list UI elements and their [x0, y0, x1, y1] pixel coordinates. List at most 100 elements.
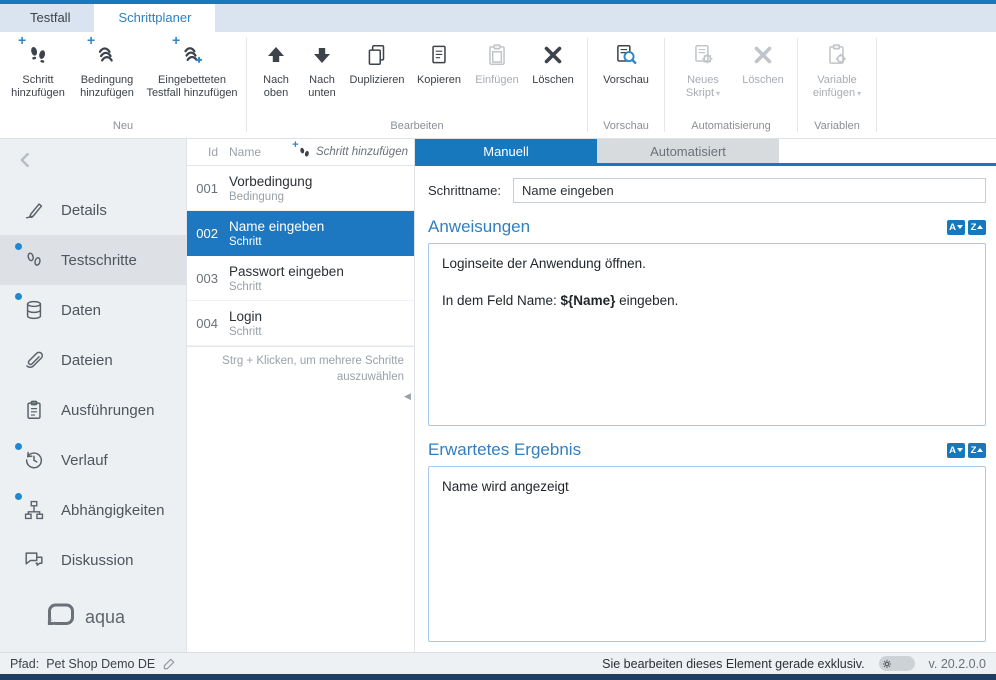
column-header-name: Name	[225, 145, 297, 159]
ribbon-group-neu: + Schritt hinzufügen + Bedingung hinzufü…	[2, 32, 244, 138]
multi-select-hint: Strg + Klicken, um mehrere Schritte ausz…	[187, 346, 414, 394]
paste-button[interactable]: Einfügen	[469, 34, 525, 89]
new-script-button[interactable]: Neues Skript▾	[671, 34, 735, 102]
ribbon-separator	[797, 38, 798, 132]
path-value[interactable]: Pet Shop Demo DE	[46, 657, 155, 671]
group-label-bearbeiten: Bearbeiten	[253, 117, 581, 138]
step-id: 002	[187, 226, 225, 241]
editor-body: Schrittname: Anweisungen A Z Loginseite …	[415, 166, 996, 652]
column-header-id: Id	[187, 145, 225, 159]
insert-variable-button[interactable]: Variable einfügen▾	[804, 34, 870, 102]
ribbon-group-automatisierung: Neues Skript▾ Löschen Automatisierung	[667, 32, 795, 138]
collapse-steps-panel-button[interactable]: ◀	[404, 391, 411, 402]
group-label-neu: Neu	[6, 117, 240, 138]
move-down-button[interactable]: Nach unten	[299, 34, 345, 102]
text-tool-z-icon[interactable]: Z	[968, 220, 986, 235]
app-window: Testfall Schrittplaner + Schritt hinzufü…	[0, 0, 996, 680]
clipboard-icon	[484, 39, 510, 71]
sidebar-item-ausfuehrungen[interactable]: Ausführungen	[0, 385, 186, 435]
sidebar-item-diskussion[interactable]: Diskussion	[0, 535, 186, 585]
main-area: Details Testschritte Daten Dateien Ausfü…	[0, 139, 996, 652]
sidebar-item-details[interactable]: Details	[0, 185, 186, 235]
notification-dot	[15, 293, 22, 300]
plus-icon: +	[172, 33, 180, 47]
aqua-logo: aqua	[0, 602, 186, 652]
plus-icon: +	[18, 33, 26, 47]
add-embedded-testcase-button[interactable]: + Eingebetteten Testfall hinzufügen	[144, 34, 240, 102]
step-name: Vorbedingung	[229, 174, 414, 189]
ribbon-separator	[876, 38, 877, 132]
move-up-button[interactable]: Nach oben	[253, 34, 299, 102]
delete-script-button[interactable]: Löschen	[735, 34, 791, 89]
step-name: Login	[229, 309, 414, 324]
settings-toggle[interactable]	[879, 656, 915, 671]
ribbon-separator	[587, 38, 588, 132]
tab-manuell[interactable]: Manuell	[415, 139, 597, 163]
add-condition-button[interactable]: + Bedingung hinzufügen	[70, 34, 144, 102]
delete-x-disabled-icon	[751, 39, 775, 71]
sidebar-item-label: Diskussion	[61, 552, 134, 569]
add-step-button[interactable]: + Schritt hinzufügen	[6, 34, 70, 102]
sidebar-item-verlauf[interactable]: Verlauf	[0, 435, 186, 485]
notification-dot	[15, 443, 22, 450]
footprints-add-icon: +	[25, 39, 51, 71]
expected-result-textarea[interactable]: Name wird angezeigt	[428, 466, 986, 642]
arrow-up-icon	[264, 39, 288, 71]
sidebar-item-label: Verlauf	[61, 452, 108, 469]
steps-panel: Id Name + Schritt hinzufügen 001 Vorbedi…	[186, 139, 415, 652]
copy-icon	[426, 39, 452, 71]
preview-button[interactable]: Vorschau	[594, 34, 658, 89]
text-tool-z-icon[interactable]: Z	[968, 443, 986, 458]
path-label: Pfad:	[10, 657, 39, 671]
ribbon-separator	[246, 38, 247, 132]
step-type: Schritt	[229, 236, 414, 248]
text-tool-a-icon[interactable]: A	[947, 443, 965, 458]
tab-automatisiert[interactable]: Automatisiert	[597, 139, 779, 163]
sidebar: Details Testschritte Daten Dateien Ausfü…	[0, 139, 186, 652]
duplicate-icon	[364, 39, 390, 71]
expected-result-title: Erwartetes Ergebnis	[428, 440, 581, 460]
ribbon: + Schritt hinzufügen + Bedingung hinzufü…	[0, 32, 996, 139]
ribbon-separator	[664, 38, 665, 132]
copy-button[interactable]: Kopieren	[409, 34, 469, 89]
status-bar: Pfad: Pet Shop Demo DE Sie bearbeiten di…	[0, 652, 996, 674]
expected-result-header: Erwartetes Ergebnis A Z	[428, 440, 986, 460]
instructions-textarea[interactable]: Loginseite der Anwendung öffnen. In dem …	[428, 243, 986, 426]
step-row-002[interactable]: 002 Name eingeben Schritt	[187, 211, 414, 256]
delete-button[interactable]: Löschen	[525, 34, 581, 89]
add-step-inline-button[interactable]: + Schritt hinzufügen	[297, 145, 414, 160]
duplicate-button[interactable]: Duplizieren	[345, 34, 409, 89]
step-row-001[interactable]: 001 VorbedingungBedingung	[187, 166, 414, 211]
expected-result-text: Name wird angezeigt	[442, 478, 972, 497]
delete-label: Löschen	[532, 74, 574, 87]
step-row-003[interactable]: 003 Passwort eingebenSchritt	[187, 256, 414, 301]
step-name: Name eingeben	[229, 219, 414, 234]
sidebar-item-abhaengigkeiten[interactable]: Abhängigkeiten	[0, 485, 186, 535]
step-id: 003	[187, 271, 225, 286]
step-row-004[interactable]: 004 LoginSchritt	[187, 301, 414, 346]
collapse-sidebar-button[interactable]	[0, 139, 186, 185]
footprints-icon	[22, 248, 46, 272]
edit-path-icon[interactable]	[162, 657, 176, 671]
delete-x-icon	[541, 39, 565, 71]
aqua-logo-text: aqua	[85, 607, 125, 628]
tab-testfall[interactable]: Testfall	[6, 4, 94, 32]
add-embedded-testcase-label: Eingebetteten Testfall hinzufügen	[146, 74, 238, 100]
chat-bubbles-icon	[22, 548, 46, 572]
step-editor-panel: Manuell Automatisiert Schrittname: Anwei…	[415, 139, 996, 652]
sidebar-item-testschritte[interactable]: Testschritte	[0, 235, 186, 285]
instructions-header: Anweisungen A Z	[428, 217, 986, 237]
step-name-input[interactable]	[513, 178, 986, 203]
step-id: 001	[187, 181, 225, 196]
chevron-left-icon	[16, 150, 36, 175]
sidebar-item-daten[interactable]: Daten	[0, 285, 186, 335]
insert-variable-label: Variable einfügen▾	[806, 74, 868, 100]
tab-schrittplaner[interactable]: Schrittplaner	[94, 4, 215, 32]
lock-message: Sie bearbeiten dieses Element gerade exk…	[602, 657, 864, 671]
step-type: Schritt	[229, 281, 414, 293]
text-tool-a-icon[interactable]: A	[947, 220, 965, 235]
step-name-row: Schrittname:	[428, 178, 986, 203]
sidebar-item-dateien[interactable]: Dateien	[0, 335, 186, 385]
clipboard-checklist-icon	[22, 398, 46, 422]
group-label-vorschau: Vorschau	[594, 117, 658, 138]
